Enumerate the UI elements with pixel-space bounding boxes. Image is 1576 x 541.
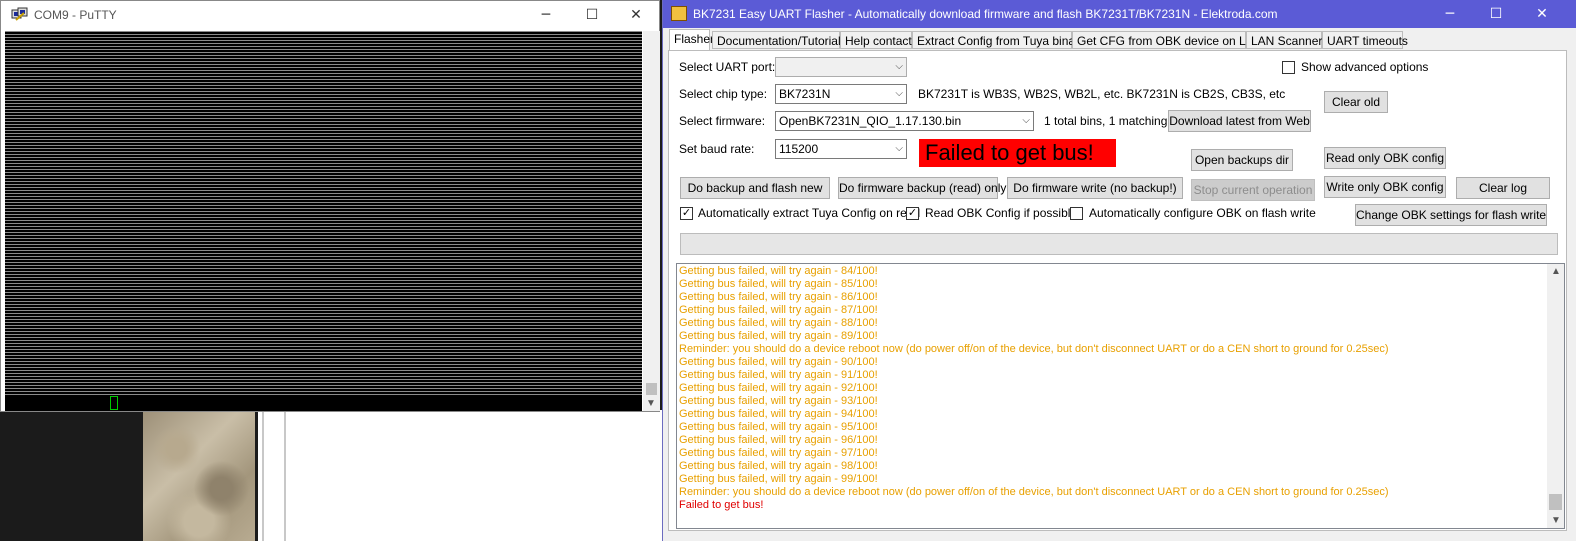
background-divider (262, 410, 264, 541)
log-output[interactable]: Getting bus failed, will try again - 84/… (676, 263, 1565, 529)
read-obk-checkbox[interactable]: ✓ (906, 207, 919, 220)
chevron-up-icon[interactable]: ▲ (1551, 266, 1561, 277)
change-obk-settings-button[interactable]: Change OBK settings for flash write (1355, 204, 1547, 226)
chip-type-label: Select chip type: (679, 87, 768, 101)
flasher-panel: Select UART port: ⌵ Select chip type: BK… (668, 50, 1567, 531)
chip-info-text: BK7231T is WB3S, WB2S, WB2L, etc. BK7231… (918, 87, 1286, 101)
log-line: Getting bus failed, will try again - 94/… (679, 408, 878, 420)
scrollbar-thumb[interactable] (646, 383, 657, 395)
tab-flasher[interactable]: Flasher (669, 29, 714, 50)
log-line: Reminder: you should do a device reboot … (679, 486, 1389, 498)
putty-title: COM9 - PuTTY (34, 8, 117, 22)
background-divider (284, 410, 286, 541)
maximize-button[interactable]: ☐ (1473, 0, 1519, 29)
log-line: Getting bus failed, will try again - 84/… (679, 265, 878, 277)
flasher-titlebar[interactable]: BK7231 Easy UART Flasher - Automatically… (663, 0, 1576, 28)
tab-extract-config[interactable]: Extract Config from Tuya binary (912, 31, 1085, 49)
chevron-down-icon[interactable]: ▼ (646, 398, 656, 409)
auto-extract-label: Automatically extract Tuya Config on rea… (698, 206, 921, 220)
terminal-cursor (110, 396, 118, 410)
clear-log-button[interactable]: Clear log (1456, 177, 1550, 199)
tab-get-cfg[interactable]: Get CFG from OBK device on LAN (1072, 31, 1262, 49)
firmware-label: Select firmware: (679, 114, 766, 128)
read-obk-label: Read OBK Config if possible (925, 206, 1078, 220)
bins-info-text: 1 total bins, 1 matching. (1044, 114, 1171, 128)
chip-type-value: BK7231N (779, 87, 831, 101)
tab-uart-timeouts[interactable]: UART timeouts (1322, 31, 1408, 49)
log-line: Getting bus failed, will try again - 89/… (679, 330, 878, 342)
log-line: Getting bus failed, will try again - 88/… (679, 317, 878, 329)
log-line: Getting bus failed, will try again - 95/… (679, 421, 878, 433)
log-line: Reminder: you should do a device reboot … (679, 343, 1389, 355)
terminal-output[interactable] (5, 31, 642, 411)
log-line: Getting bus failed, will try again - 99/… (679, 473, 878, 485)
terminal-input-line (5, 396, 642, 411)
read-obk-config-button[interactable]: Read only OBK config (1324, 147, 1446, 169)
status-message: Failed to get bus! (919, 139, 1116, 167)
tab-documentation[interactable]: Documentation/Tutorials (712, 31, 847, 49)
firmware-backup-button[interactable]: Do firmware backup (read) only (838, 177, 1006, 199)
auto-extract-checkbox[interactable]: ✓ (680, 207, 693, 220)
chevron-down-icon: ⌵ (895, 143, 903, 154)
log-line: Failed to get bus! (679, 499, 764, 511)
log-lines: Getting bus failed, will try again - 84/… (679, 265, 1539, 512)
firmware-write-button[interactable]: Do firmware write (no backup!) (1007, 177, 1183, 199)
firmware-value: OpenBK7231N_QIO_1.17.130.bin (779, 114, 962, 128)
firmware-select[interactable]: OpenBK7231N_QIO_1.17.130.bin ⌵ (775, 111, 1034, 131)
show-advanced-label: Show advanced options (1301, 60, 1429, 74)
log-line: Getting bus failed, will try again - 90/… (679, 356, 878, 368)
terminal-scrollbar[interactable]: ▼ (643, 31, 660, 411)
close-button[interactable]: ✕ (613, 1, 659, 30)
baud-rate-value: 115200 (779, 142, 819, 156)
tab-lan-scanner[interactable]: LAN Scanner (1246, 31, 1322, 49)
flasher-app-icon (671, 6, 687, 21)
background-window (258, 410, 662, 541)
open-backups-button[interactable]: Open backups dir (1191, 149, 1293, 171)
chevron-down-icon: ⌵ (1022, 115, 1030, 126)
log-line: Getting bus failed, will try again - 85/… (679, 278, 878, 290)
log-line: Getting bus failed, will try again - 92/… (679, 382, 878, 394)
log-line: Getting bus failed, will try again - 91/… (679, 369, 878, 381)
backup-and-flash-button[interactable]: Do backup and flash new (680, 177, 830, 199)
log-line: Getting bus failed, will try again - 86/… (679, 291, 878, 303)
tab-help-contact[interactable]: Help contact (840, 31, 912, 49)
desktop-wallpaper-image (143, 410, 255, 541)
stop-operation-button[interactable]: Stop current operation (1191, 179, 1315, 201)
clear-old-button[interactable]: Clear old (1324, 91, 1388, 113)
baud-rate-select[interactable]: 115200 ⌵ (775, 139, 907, 159)
log-line: Getting bus failed, will try again - 98/… (679, 460, 878, 472)
maximize-button[interactable]: ☐ (569, 1, 615, 30)
log-line: Getting bus failed, will try again - 97/… (679, 447, 878, 459)
flasher-title: BK7231 Easy UART Flasher - Automatically… (693, 7, 1278, 21)
putty-app-icon (11, 7, 28, 21)
chip-type-select[interactable]: BK7231N ⌵ (775, 84, 907, 104)
download-latest-button[interactable]: Download latest from Web (1168, 110, 1311, 132)
uart-port-label: Select UART port: (679, 60, 776, 74)
chevron-down-icon: ⌵ (895, 88, 903, 99)
putty-titlebar[interactable]: COM9 - PuTTY ─ ☐ ✕ (1, 1, 659, 30)
show-advanced-checkbox[interactable] (1282, 61, 1295, 74)
scrollbar-thumb[interactable] (1549, 494, 1562, 510)
uart-port-select[interactable]: ⌵ (775, 57, 907, 77)
progress-bar (680, 233, 1558, 255)
chevron-down-icon: ⌵ (895, 61, 903, 72)
log-scrollbar[interactable]: ▲ ▼ (1547, 264, 1564, 528)
write-obk-config-button[interactable]: Write only OBK config (1324, 176, 1446, 198)
baud-rate-label: Set baud rate: (679, 142, 755, 156)
auto-config-label: Automatically configure OBK on flash wri… (1089, 206, 1316, 220)
minimize-button[interactable]: ─ (523, 1, 569, 30)
close-button[interactable]: ✕ (1519, 0, 1565, 29)
log-line: Getting bus failed, will try again - 87/… (679, 304, 878, 316)
putty-window: COM9 - PuTTY ─ ☐ ✕ ▼ (0, 0, 660, 412)
log-line: Getting bus failed, will try again - 96/… (679, 434, 878, 446)
log-line: Getting bus failed, will try again - 93/… (679, 395, 878, 407)
flasher-window: BK7231 Easy UART Flasher - Automatically… (662, 0, 1576, 541)
minimize-button[interactable]: ─ (1427, 0, 1473, 29)
chevron-down-icon[interactable]: ▼ (1551, 515, 1561, 526)
auto-config-checkbox[interactable] (1070, 207, 1083, 220)
